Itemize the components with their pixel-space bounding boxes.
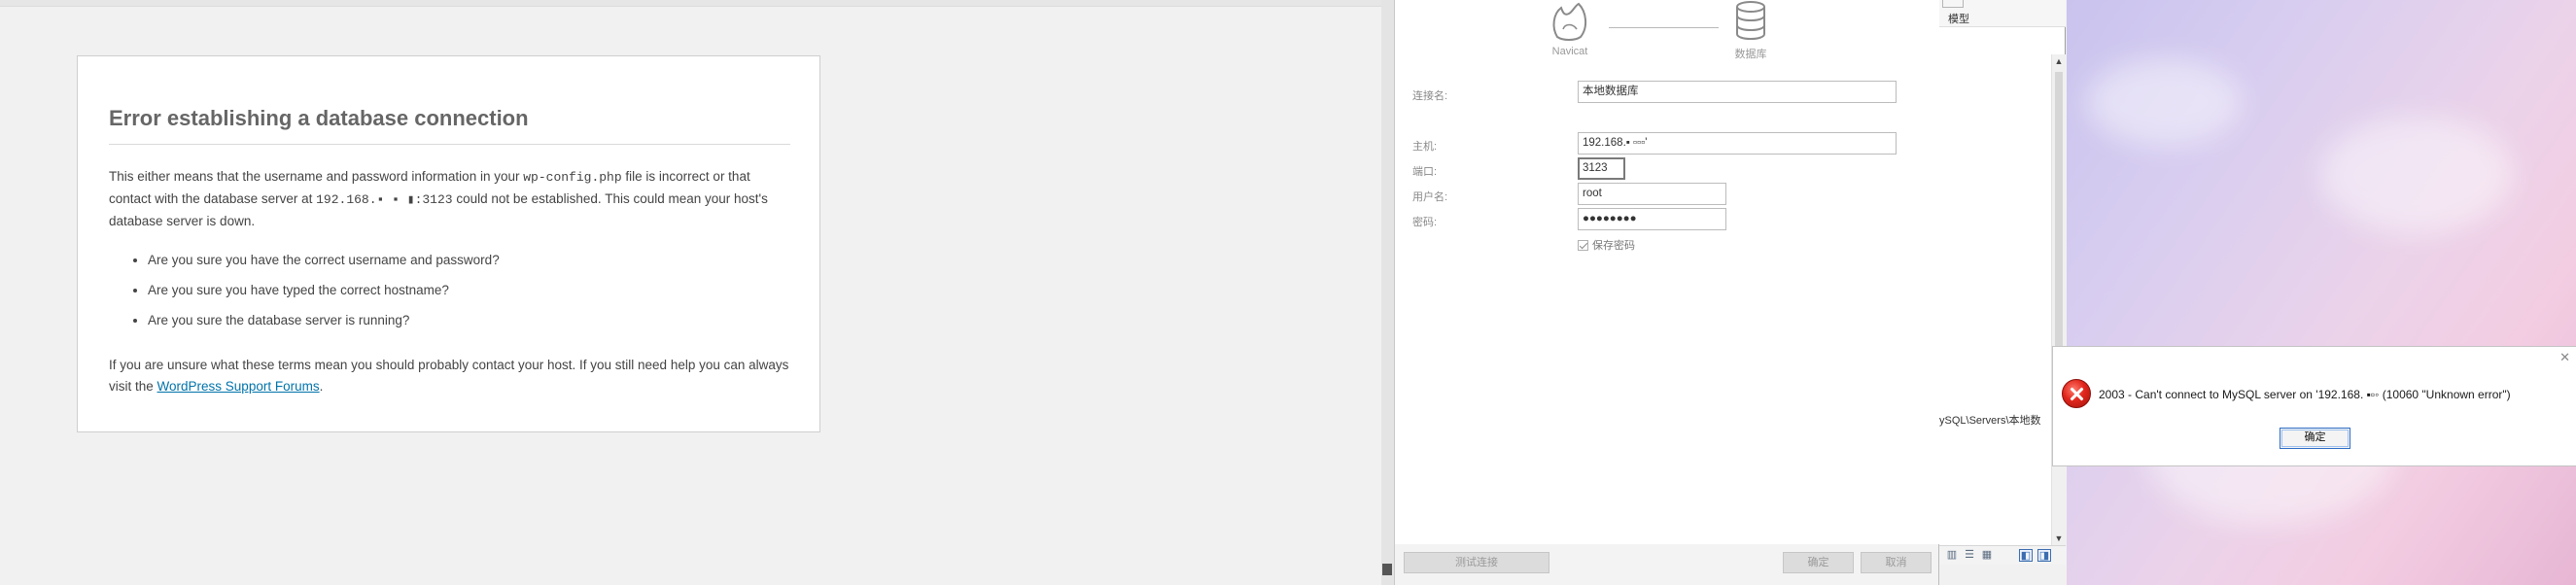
- test-connection-button[interactable]: 测试连接: [1404, 552, 1549, 573]
- error-text-part1: This either means that the username and …: [109, 169, 524, 184]
- save-password-checkbox[interactable]: 保存密码: [1578, 237, 1635, 253]
- connection-name-input[interactable]: 本地数据库: [1578, 81, 1897, 103]
- database-caption: 数据库: [1734, 49, 1767, 60]
- browser-window: Error establishing a database connection…: [0, 0, 1381, 585]
- close-icon[interactable]: ✕: [2559, 350, 2570, 365]
- port-label: 端口:: [1412, 166, 1438, 178]
- status-bar: ▥ ☰ ▦ ◧ ◨: [1939, 545, 2066, 565]
- page-title: Error establishing a database connection: [109, 106, 790, 145]
- host-input[interactable]: 192.168.▪ ▫▫▫': [1578, 132, 1897, 155]
- tab-model[interactable]: 模型: [1939, 0, 2066, 27]
- tab-model-label: 模型: [1948, 14, 1969, 25]
- tab-frame: [1942, 0, 1964, 8]
- checkbox-checked-icon[interactable]: [1578, 240, 1588, 251]
- resize-grip-icon[interactable]: [1382, 564, 1392, 575]
- config-filename: wp-config.php: [523, 170, 622, 185]
- support-forums-link[interactable]: WordPress Support Forums: [157, 379, 320, 394]
- username-input[interactable]: root: [1578, 183, 1726, 205]
- navicat-caption: Navicat: [1551, 46, 1588, 57]
- cancel-button[interactable]: 取消: [1861, 552, 1932, 573]
- error-dialog: ✕ 2003 - Can't connect to MySQL server o…: [2052, 346, 2576, 466]
- database-target: 数据库: [1722, 0, 1780, 61]
- db-server-address: 192.168.▪ ▪ ▮:3123: [316, 192, 453, 207]
- connection-dialog: Navicat 数据库 连接名: 本地数据库 主机: 192.168.▪ ▫▫▫…: [1395, 0, 1939, 585]
- detail-view-icon[interactable]: ☰: [1963, 549, 1976, 562]
- desktop-wallpaper: [2067, 0, 2576, 585]
- database-icon: [1736, 1, 1765, 41]
- error-description: This either means that the username and …: [109, 166, 794, 232]
- port-input[interactable]: 3123: [1578, 157, 1625, 180]
- panel-right-icon[interactable]: ◨: [2037, 549, 2051, 562]
- help-text-part2: .: [319, 379, 324, 394]
- window-edge: [1381, 0, 1395, 585]
- scrollbar-thumb[interactable]: [2055, 72, 2063, 354]
- password-input[interactable]: ●●●●●●●●: [1578, 208, 1726, 230]
- wp-error-card: Error establishing a database connection…: [77, 55, 820, 432]
- ok-button[interactable]: 确定: [1783, 552, 1854, 573]
- username-label: 用户名:: [1412, 191, 1448, 203]
- checklist-item: Are you sure you have the correct userna…: [148, 250, 789, 280]
- connection-name-label: 连接名:: [1412, 90, 1448, 102]
- checklist-item: Are you sure you have typed the correct …: [148, 280, 789, 310]
- wallpaper-cloud: [2086, 58, 2242, 146]
- wallpaper-cloud: [2319, 117, 2514, 233]
- error-message: 2003 - Can't connect to MySQL server on …: [2099, 388, 2511, 401]
- error-icon: [2062, 379, 2091, 408]
- panel-left-icon[interactable]: ◧: [2019, 549, 2033, 562]
- host-label: 主机:: [1412, 141, 1438, 153]
- checklist: Are you sure you have the correct userna…: [148, 250, 789, 340]
- navicat-source: Navicat: [1541, 0, 1599, 57]
- help-text: If you are unsure what these terms mean …: [109, 355, 794, 397]
- navicat-main-window: 模型 ySQL\Servers\本地数 ▲ ▼ ▥ ☰ ▦ ◧ ◨: [1939, 0, 2066, 565]
- checklist-item: Are you sure the database server is runn…: [148, 310, 789, 340]
- password-label: 密码:: [1412, 217, 1438, 228]
- vertical-scrollbar[interactable]: ▲ ▼: [2051, 54, 2066, 545]
- navicat-logo-icon: [1552, 2, 1586, 41]
- object-path: ySQL\Servers\本地数: [1939, 415, 2041, 427]
- list-view-icon[interactable]: ▥: [1945, 549, 1959, 562]
- error-ok-button[interactable]: 确定: [2280, 428, 2350, 449]
- connection-line: [1609, 27, 1719, 28]
- scroll-down-icon[interactable]: ▼: [2052, 533, 2066, 543]
- grid-view-icon[interactable]: ▦: [1980, 549, 1994, 562]
- save-password-label: 保存密码: [1592, 240, 1635, 252]
- connection-form: Navicat 数据库 连接名: 本地数据库 主机: 192.168.▪ ▫▫▫…: [1395, 0, 1939, 544]
- browser-top-edge: [0, 0, 1381, 7]
- scroll-up-icon[interactable]: ▲: [2052, 56, 2066, 66]
